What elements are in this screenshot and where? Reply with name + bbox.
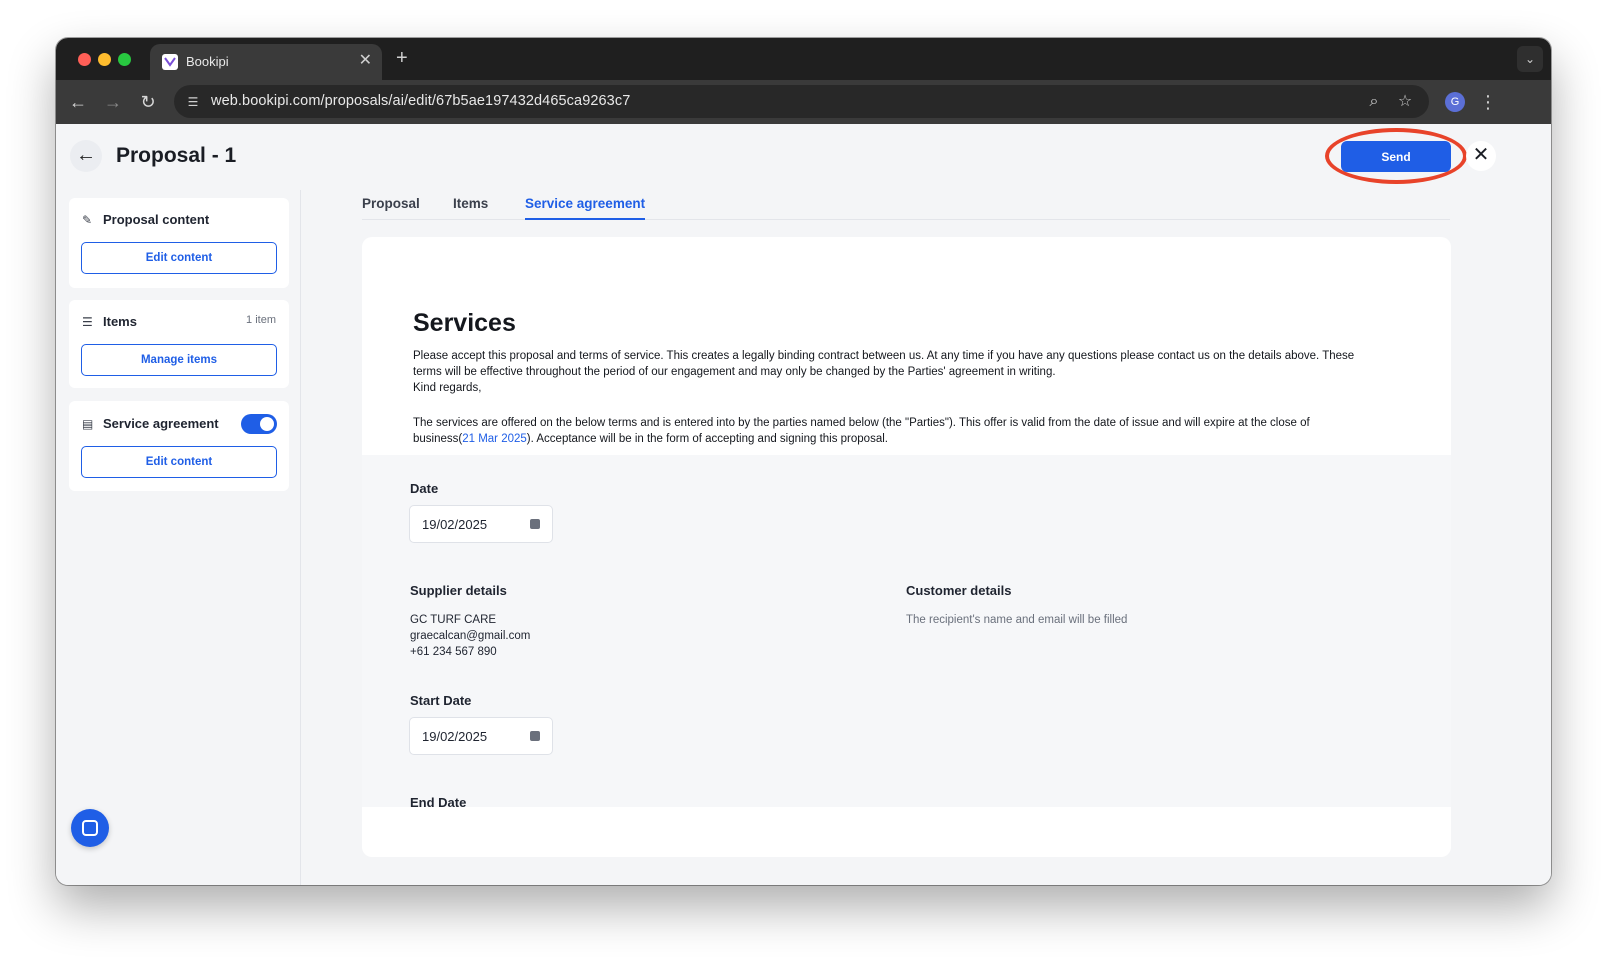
calendar-icon[interactable]: [530, 519, 540, 529]
close-window-button[interactable]: [78, 53, 91, 66]
bookmark-star-icon[interactable]: ☆: [1395, 92, 1415, 112]
customer-details-label: Customer details: [906, 583, 1012, 598]
sidebar-divider: [300, 190, 301, 885]
tab-title: Bookipi: [186, 54, 229, 69]
browser-tab[interactable]: Bookipi ✕: [150, 44, 382, 80]
supplier-details-label: Supplier details: [410, 583, 507, 598]
tab-strip: Bookipi ✕ + ⌄: [56, 38, 1551, 80]
profile-avatar[interactable]: G: [1445, 92, 1465, 112]
proposal-content-card: ✎ Proposal content Edit content: [69, 198, 289, 288]
document-icon: ▤: [82, 417, 94, 431]
terms-line: Kind regards,: [413, 382, 482, 394]
terms-paragraph: Please accept this proposal and terms of…: [413, 348, 1403, 396]
tab-proposal[interactable]: Proposal: [362, 196, 420, 218]
services-heading: Services: [413, 309, 516, 337]
bookipi-favicon-icon: [162, 54, 178, 70]
offer-paragraph: The services are offered on the below te…: [413, 415, 1403, 447]
date-label: Date: [410, 481, 439, 496]
browser-window: Bookipi ✕ + ⌄ ← → ↻ ☰ web.bookipi.com/pr…: [56, 38, 1551, 885]
start-date-field[interactable]: 19/02/2025: [409, 717, 553, 755]
tab-items[interactable]: Items: [453, 196, 488, 218]
service-agreement-title: Service agreement: [103, 416, 219, 431]
items-title: Items: [103, 314, 137, 329]
tab-search-chevron-icon[interactable]: ⌄: [1517, 46, 1543, 72]
edit-service-agreement-button[interactable]: Edit content: [81, 446, 277, 478]
date-field[interactable]: 19/02/2025: [409, 505, 553, 543]
customer-note: The recipient's name and email will be f…: [906, 614, 1128, 626]
new-tab-icon[interactable]: +: [396, 47, 408, 69]
zoom-icon[interactable]: ⌕: [1364, 92, 1384, 112]
stack-icon: ☰: [82, 315, 93, 329]
expiry-date-link[interactable]: 21 Mar 2025: [462, 433, 527, 445]
supplier-phone: +61 234 567 890: [410, 646, 497, 658]
maximize-window-button[interactable]: [118, 53, 131, 66]
chat-support-button[interactable]: [71, 809, 109, 847]
end-date-label: End Date: [410, 795, 467, 810]
offer-suffix: ). Acceptance will be in the form of acc…: [526, 433, 888, 445]
terms-line: Please accept this proposal and terms of…: [413, 350, 1355, 362]
chat-icon: [82, 820, 98, 836]
pencil-icon: ✎: [82, 213, 93, 227]
site-settings-icon[interactable]: ☰: [184, 93, 202, 111]
url-text[interactable]: web.bookipi.com/proposals/ai/edit/67b5ae…: [211, 93, 630, 109]
reload-icon[interactable]: ↻: [136, 90, 160, 114]
start-date-value: 19/02/2025: [422, 729, 488, 744]
service-agreement-card: ▤ Service agreement Edit content: [69, 401, 289, 491]
browser-menu-icon[interactable]: ⋮: [1478, 91, 1498, 113]
supplier-email: graecalcan@gmail.com: [410, 630, 531, 642]
back-button[interactable]: ←: [70, 140, 102, 172]
browser-toolbar: ← → ↻ ☰ web.bookipi.com/proposals/ai/edi…: [56, 80, 1551, 124]
send-button[interactable]: Send: [1341, 141, 1451, 172]
address-bar[interactable]: ☰ web.bookipi.com/proposals/ai/edit/67b5…: [174, 85, 1429, 118]
supplier-name: GC TURF CARE: [410, 614, 497, 626]
calendar-icon[interactable]: [530, 731, 540, 741]
offer-prefix: business(: [413, 433, 463, 445]
items-count: 1 item: [246, 314, 276, 326]
proposal-content-title: Proposal content: [103, 212, 210, 227]
app-page: ← Proposal - 1 Send ✕ ✎ Proposal content…: [56, 124, 1551, 885]
offer-line: The services are offered on the below te…: [413, 417, 1310, 429]
close-icon[interactable]: ✕: [1466, 141, 1496, 171]
back-arrow-icon[interactable]: ←: [66, 90, 90, 114]
proposal-tabs: Proposal Items Service agreement: [362, 186, 1450, 220]
service-agreement-document: Services Please accept this proposal and…: [362, 237, 1451, 857]
toggle-knob: [260, 417, 274, 431]
edit-proposal-content-button[interactable]: Edit content: [81, 242, 277, 274]
tab-service-agreement[interactable]: Service agreement: [525, 196, 646, 220]
terms-line: terms will be effective throughout the p…: [413, 366, 1056, 378]
service-agreement-toggle[interactable]: [241, 414, 277, 434]
tab-close-icon[interactable]: ✕: [359, 52, 372, 70]
items-card: ☰ Items 1 item Manage items: [69, 300, 289, 388]
page-title: Proposal - 1: [116, 144, 237, 167]
minimize-window-button[interactable]: [98, 53, 111, 66]
date-value: 19/02/2025: [422, 517, 488, 532]
manage-items-button[interactable]: Manage items: [81, 344, 277, 376]
forward-arrow-icon[interactable]: →: [101, 90, 125, 114]
offer-line: business(21 Mar 2025). Acceptance will b…: [413, 431, 1403, 447]
start-date-label: Start Date: [410, 693, 472, 708]
agreement-form: Date 19/02/2025 Supplier details GC TURF…: [362, 455, 1451, 810]
